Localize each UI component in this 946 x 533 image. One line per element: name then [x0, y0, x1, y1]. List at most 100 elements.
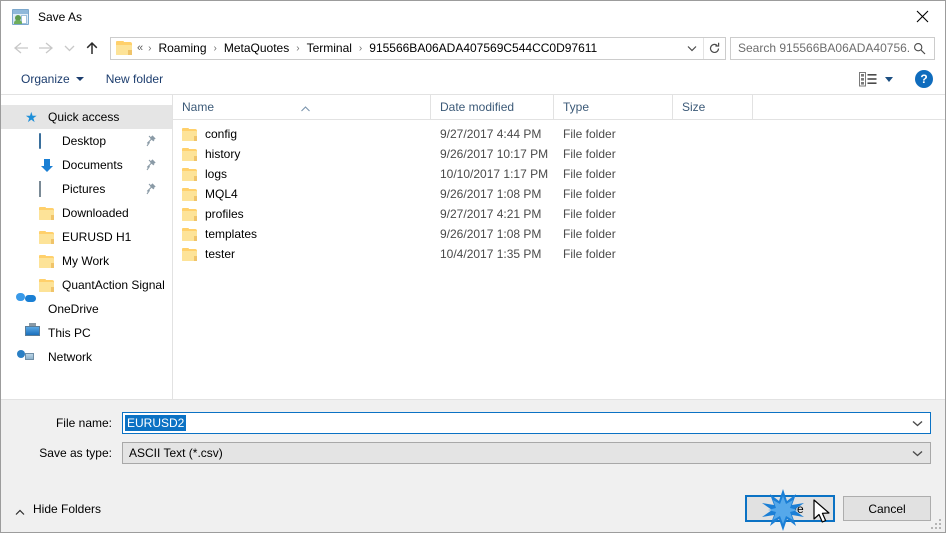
navigation-sidebar: ★ Quick access Desktop Documents Pictures Dow… [1, 95, 173, 399]
file-date-cell: 9/27/2017 4:44 PM [440, 127, 542, 141]
desktop-icon [39, 132, 55, 149]
sidebar-item-downloaded[interactable]: Downloaded [1, 201, 172, 225]
file-name-label: templates [205, 227, 258, 241]
search-input[interactable]: Search 915566BA06ADA40756... [730, 36, 935, 60]
recent-locations-button[interactable] [59, 36, 79, 60]
file-name-cell: history [173, 147, 431, 161]
title-bar: Save As [1, 1, 945, 32]
sidebar-item-label: Desktop [62, 134, 107, 148]
filename-value: EURUSD2 [125, 415, 187, 431]
breadcrumb-item[interactable]: Roaming [155, 39, 209, 57]
breadcrumb-overflow[interactable]: « [136, 40, 144, 56]
pin-icon[interactable] [146, 183, 156, 195]
folder-icon [39, 230, 55, 245]
help-label: ? [920, 72, 928, 86]
pin-icon[interactable] [146, 159, 156, 171]
chevron-down-icon [75, 77, 84, 81]
file-list-pane: Name Date modified Type Size config 9/27… [173, 94, 945, 399]
resize-grip-icon[interactable] [929, 517, 941, 529]
breadcrumb-separator: › [213, 42, 217, 54]
column-header-size[interactable]: Size [673, 94, 753, 120]
refresh-icon[interactable] [703, 37, 725, 59]
table-row[interactable]: tester 10/4/2017 1:35 PM File folder [173, 244, 945, 264]
file-date-cell: 10/10/2017 1:17 PM [440, 167, 549, 181]
sidebar-item-pictures[interactable]: Pictures [1, 177, 172, 201]
table-row[interactable]: profiles 9/27/2017 4:21 PM File folder [173, 204, 945, 224]
sidebar-item-my-work[interactable]: My Work [1, 249, 172, 273]
table-row[interactable]: config 9/27/2017 4:44 PM File folder [173, 124, 945, 144]
hide-folders-button[interactable]: Hide Folders [15, 502, 101, 516]
sidebar-item-label: This PC [48, 326, 91, 340]
command-bar: Organize New folder ? [1, 64, 945, 95]
breadcrumb-item[interactable]: Terminal [304, 39, 355, 57]
folder-icon [39, 254, 55, 269]
column-header-type[interactable]: Type [554, 94, 673, 120]
filetype-row: Save as type: ASCII Text (*.csv) [15, 442, 931, 464]
column-header-name[interactable]: Name [173, 94, 431, 120]
sidebar-item-label: EURUSD H1 [62, 230, 132, 244]
chevron-down-icon[interactable] [904, 450, 930, 457]
sidebar-item-label: OneDrive [48, 302, 99, 316]
sidebar-item-label: Downloaded [62, 206, 129, 220]
sidebar-item-network[interactable]: Network [1, 345, 172, 369]
file-type-cell: File folder [563, 167, 616, 181]
chevron-down-icon[interactable] [904, 420, 930, 427]
close-icon[interactable] [899, 1, 945, 31]
column-header-date-label: Date modified [440, 99, 515, 114]
filetype-select[interactable]: ASCII Text (*.csv) [122, 442, 931, 464]
folder-icon [182, 127, 197, 141]
table-row[interactable]: templates 9/26/2017 1:08 PM File folder [173, 224, 945, 244]
column-header-date-modified[interactable]: Date modified [431, 94, 554, 120]
this-pc-icon [25, 322, 41, 341]
folder-icon [39, 278, 55, 293]
table-row[interactable]: MQL4 9/26/2017 1:08 PM File folder [173, 184, 945, 204]
sidebar-item-eurusd-h1[interactable]: EURUSD H1 [1, 225, 172, 249]
folder-icon [182, 207, 197, 221]
view-layout-icon[interactable] [855, 69, 897, 90]
documents-icon [39, 158, 55, 173]
pin-icon[interactable] [146, 135, 156, 147]
sidebar-item-label: My Work [62, 254, 110, 268]
save-button-label: Save [776, 501, 804, 516]
sidebar-item-quick-access[interactable]: ★ Quick access [1, 105, 172, 129]
cancel-button[interactable]: Cancel [843, 496, 931, 521]
breadcrumb-separator: › [296, 42, 300, 54]
sidebar-item-this-pc[interactable]: This PC [1, 321, 172, 345]
address-dropdown-icon[interactable] [681, 38, 703, 59]
file-name-label: config [205, 127, 238, 141]
sidebar-item-desktop[interactable]: Desktop [1, 129, 172, 153]
help-icon[interactable]: ? [915, 70, 933, 88]
sidebar-item-quantaction-signal[interactable]: QuantAction Signal [1, 273, 172, 297]
table-row[interactable]: logs 10/10/2017 1:17 PM File folder [173, 164, 945, 184]
sidebar-item-onedrive[interactable]: OneDrive [1, 292, 172, 321]
search-icon [909, 42, 930, 55]
breadcrumb-item[interactable]: MetaQuotes [221, 39, 292, 57]
table-row[interactable]: history 9/26/2017 10:17 PM File folder [173, 144, 945, 164]
save-button[interactable]: Save [745, 495, 835, 522]
file-date-cell: 9/26/2017 1:08 PM [440, 187, 542, 201]
up-button[interactable] [79, 36, 105, 60]
filename-input[interactable]: EURUSD2 [122, 412, 931, 434]
search-placeholder: Search 915566BA06ADA40756... [738, 41, 909, 55]
star-icon: ★ [25, 108, 38, 125]
organize-button[interactable]: Organize [15, 69, 90, 89]
folder-icon [182, 167, 197, 181]
sidebar-item-documents[interactable]: Documents [1, 153, 172, 177]
file-form: File name: EURUSD2 Save as type: ASCII T… [1, 399, 945, 485]
file-name-label: profiles [205, 207, 244, 221]
address-bar[interactable]: «› Roaming › MetaQuotes › Terminal › 915566BA06… [110, 36, 726, 60]
cancel-button-label: Cancel [868, 501, 906, 516]
new-folder-button[interactable]: New folder [100, 69, 169, 89]
file-name-cell: templates [173, 227, 431, 241]
file-name-label: MQL4 [205, 187, 238, 201]
folder-icon [39, 206, 55, 221]
organize-label: Organize [21, 72, 70, 86]
breadcrumb-item[interactable]: 915566BA06ADA407569C544CC0D97611 [366, 39, 600, 57]
file-list: config 9/27/2017 4:44 PM File folder histor… [173, 120, 945, 399]
back-button[interactable] [7, 36, 33, 60]
folder-icon [116, 41, 132, 55]
save-as-dialog: Save As « › Roaming › MetaQuotes › Termi… [0, 0, 946, 533]
file-name-cell: tester [173, 247, 431, 261]
navigation-bar: «› Roaming › MetaQuotes › Terminal › 915566BA06… [1, 32, 945, 64]
forward-button[interactable] [33, 36, 59, 60]
